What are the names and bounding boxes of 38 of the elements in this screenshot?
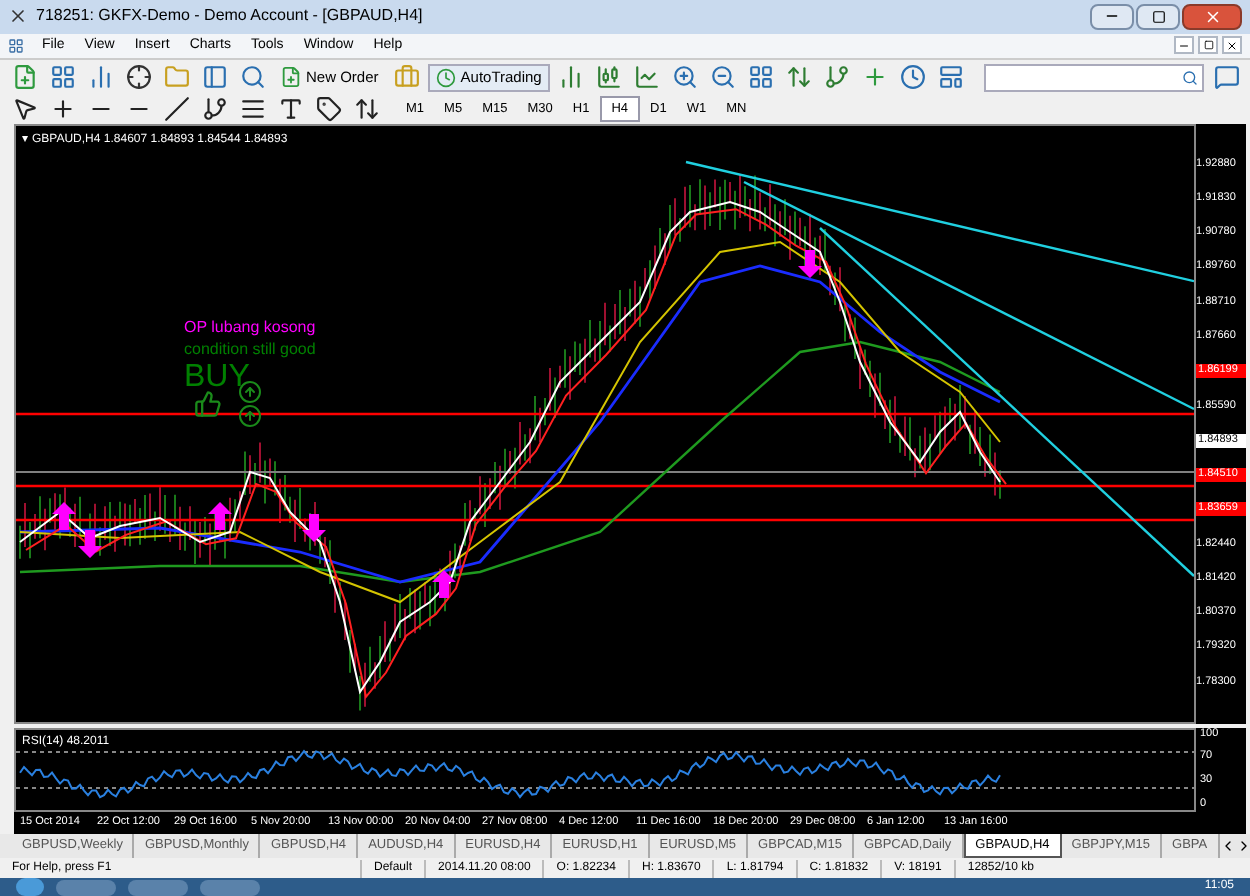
window-title: 718251: GKFX-Demo - Demo Account - [GBPAUD,H4] bbox=[36, 4, 423, 29]
start-button[interactable] bbox=[16, 878, 44, 896]
crosshair-icon[interactable] bbox=[122, 61, 154, 94]
document-plus-icon bbox=[280, 66, 302, 89]
label-tool-icon[interactable] bbox=[312, 93, 344, 126]
maximize-icon bbox=[1151, 9, 1165, 24]
up-arrow-icon bbox=[208, 501, 232, 530]
close-icon bbox=[1226, 39, 1238, 52]
down-arrow-icon bbox=[302, 513, 326, 542]
clock-icon bbox=[436, 67, 457, 88]
minimize-icon bbox=[1178, 39, 1190, 52]
tile-windows-icon[interactable] bbox=[745, 61, 778, 94]
thumbs-up-icon bbox=[194, 389, 222, 418]
mdi-close-button[interactable] bbox=[1222, 36, 1242, 55]
mdi-minimize-button[interactable] bbox=[1174, 36, 1194, 55]
zoom-out-icon[interactable] bbox=[707, 61, 740, 94]
close-button[interactable] bbox=[1182, 3, 1242, 30]
up-arrow-icon bbox=[52, 501, 76, 530]
close-icon bbox=[1203, 7, 1221, 26]
chart-note: OP lubang kosong bbox=[184, 315, 316, 338]
up-arrow-icon bbox=[432, 569, 456, 598]
chat-icon[interactable] bbox=[1210, 61, 1242, 94]
candlestick-icon[interactable] bbox=[593, 61, 626, 94]
document-icon bbox=[8, 37, 24, 54]
chart-note: condition still good bbox=[184, 337, 316, 360]
signal-label: BUY bbox=[184, 359, 250, 396]
down-arrow-icon bbox=[78, 529, 102, 558]
zoom-in-icon[interactable] bbox=[669, 61, 702, 94]
down-arrow-icon bbox=[798, 249, 822, 278]
restore-icon bbox=[1203, 40, 1213, 51]
trendline-icon[interactable] bbox=[160, 93, 192, 126]
line-chart-icon[interactable] bbox=[631, 61, 664, 94]
search-field[interactable] bbox=[984, 63, 1204, 92]
app-icon bbox=[8, 6, 28, 27]
maximize-button[interactable] bbox=[1136, 3, 1180, 30]
mdi-restore-button[interactable] bbox=[1198, 36, 1218, 55]
search-icon bbox=[1182, 69, 1198, 86]
search-icon[interactable] bbox=[236, 61, 268, 94]
